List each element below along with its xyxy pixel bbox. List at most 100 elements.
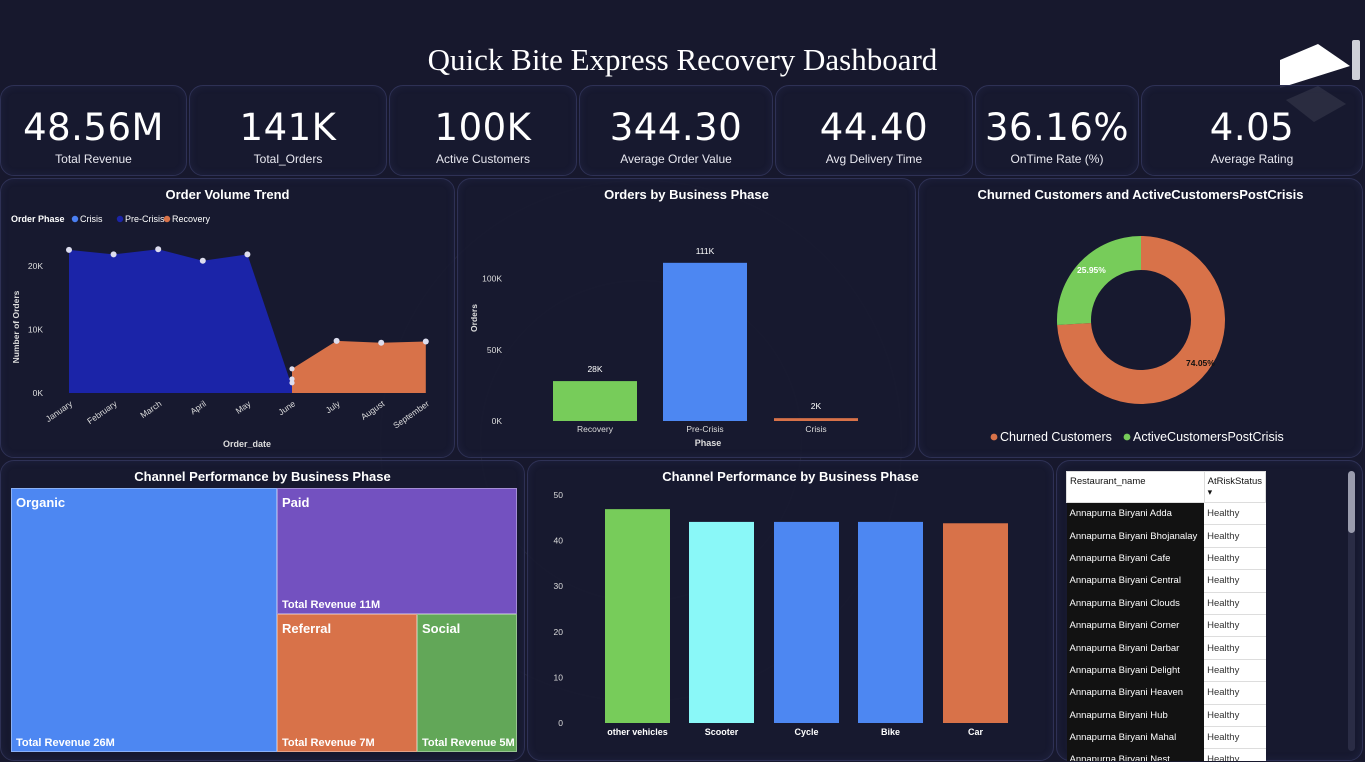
x-tick-label: June	[276, 398, 297, 417]
kpi-value: 36.16%	[984, 106, 1130, 149]
restaurant-name-cell: Annapurna Biryani Bhojanalay	[1066, 524, 1205, 548]
data-point	[422, 338, 429, 345]
restaurant-name-cell: Annapurna Biryani Clouds	[1066, 592, 1205, 615]
column-header-restaurant-name[interactable]: Restaurant_name	[1066, 471, 1205, 503]
column-header-at-risk-status[interactable]: AtRiskStatus ▾	[1203, 471, 1266, 503]
table-row[interactable]: Annapurna Biryani Cafe Healthy	[1066, 547, 1266, 571]
data-point	[155, 246, 162, 253]
x-tick-label: Car	[968, 727, 984, 737]
kpi-card[interactable]: 44.40 Avg Delivery Time	[775, 85, 973, 176]
x-tick-label: Bike	[881, 727, 900, 737]
kpi-label: Total Revenue	[55, 152, 132, 166]
at-risk-status-cell: Healthy	[1204, 592, 1266, 615]
bar-data-label: 111K	[696, 246, 715, 256]
sort-desc-icon: ▾	[1207, 487, 1213, 497]
kpi-card[interactable]: 36.16% OnTime Rate (%)	[975, 85, 1139, 176]
treemap-cell-organic[interactable]: Organic Total Revenue 26M	[11, 488, 277, 752]
x-tick-label: February	[85, 398, 119, 426]
treemap-cell-paid[interactable]: Paid Total Revenue 11M	[277, 488, 517, 614]
vehicle-chart-card[interactable]: Channel Performance by Business Phase 01…	[527, 460, 1054, 761]
churn-card[interactable]: Churned Customers and ActiveCustomersPos…	[918, 178, 1363, 458]
vehicle-bar[interactable]	[689, 521, 754, 723]
table-scrollbar[interactable]	[1348, 471, 1355, 751]
at-risk-status-cell: Healthy	[1204, 547, 1266, 571]
restaurant-table-wrapper: Restaurant_name AtRiskStatus ▾ Annapurna …	[1066, 471, 1266, 761]
kpi-value: 100K	[434, 106, 532, 149]
table-scrollbar-thumb[interactable]	[1348, 471, 1355, 533]
table-row[interactable]: Annapurna Biryani Corner Healthy	[1066, 614, 1266, 638]
table-row[interactable]: Annapurna Biryani Darbar Healthy	[1066, 636, 1266, 660]
x-axis-label: Order_date	[223, 439, 271, 449]
bar-data-label: 2K	[811, 401, 822, 411]
at-risk-status-cell: Healthy	[1204, 524, 1266, 548]
treemap-cell-value: Total Revenue 26M	[16, 737, 115, 749]
table-row[interactable]: Annapurna Biryani Delight Healthy	[1066, 659, 1266, 683]
table-row[interactable]: Annapurna Biryani Hub Healthy	[1066, 704, 1266, 727]
legend-marker	[1123, 433, 1131, 441]
bar-data-label: 28K	[587, 364, 602, 374]
y-tick-label: 0K	[492, 416, 503, 426]
y-tick-label: 50	[554, 490, 564, 500]
recovery-area	[292, 340, 426, 393]
legend-label: Pre-Crisis	[125, 214, 165, 224]
kpi-card[interactable]: 344.30 Average Order Value	[579, 85, 773, 176]
page-scrollbar[interactable]	[1352, 40, 1360, 80]
x-tick-label: Pre-Crisis	[686, 424, 723, 434]
table-row[interactable]: Annapurna Biryani Bhojanalay Healthy	[1066, 524, 1266, 548]
treemap-cell-social[interactable]: Social Total Revenue 5M	[417, 614, 517, 752]
restaurant-name-cell: Annapurna Biryani Corner	[1066, 614, 1205, 637]
y-axis-label: Number of Orders	[11, 290, 21, 363]
phase-bar[interactable]	[663, 262, 747, 421]
table-row[interactable]: Annapurna Biryani Heaven Healthy	[1066, 681, 1266, 705]
kpi-value: 4.05	[1209, 106, 1295, 149]
kpi-value: 44.40	[819, 106, 929, 149]
x-tick-label: Recovery	[577, 424, 614, 434]
order-volume-chart[interactable]: Order Phase Crisis Pre-Crisis Recovery 0K 10K…	[1, 179, 456, 459]
churn-donut-chart[interactable]: 74.05% 25.95% Churned Customers ActiveCusto…	[919, 179, 1364, 459]
phase-bar[interactable]	[553, 381, 637, 421]
donut-slice[interactable]	[1057, 236, 1141, 326]
kpi-label: Average Rating	[1210, 152, 1294, 166]
legend-marker	[163, 215, 171, 223]
table-row[interactable]: Annapurna Biryani Adda Healthy	[1066, 502, 1266, 526]
y-tick-label: 100K	[482, 274, 502, 284]
column-header-label: AtRiskStatus	[1207, 476, 1262, 487]
kpi-card[interactable]: 100K Active Customers	[389, 85, 577, 176]
at-risk-status-cell: Healthy	[1204, 726, 1266, 750]
table-row[interactable]: Annapurna Biryani Clouds Healthy	[1066, 592, 1266, 615]
treemap-cell-value: Total Revenue 5M	[422, 737, 515, 749]
restaurant-name-cell: Annapurna Biryani Cafe	[1066, 547, 1205, 570]
treemap-title: Channel Performance by Business Phase	[134, 469, 391, 484]
treemap-card[interactable]: Channel Performance by Business Phase Or…	[0, 460, 525, 761]
x-tick-label: Scooter	[705, 727, 739, 737]
treemap-cell-referral[interactable]: Referral Total Revenue 7M	[277, 614, 417, 752]
table-row[interactable]: Annapurna Biryani Nest Healthy	[1066, 748, 1266, 761]
table-row[interactable]: Annapurna Biryani Central Healthy	[1066, 569, 1266, 593]
kpi-value: 344.30	[609, 106, 743, 149]
at-risk-status-cell: Healthy	[1204, 659, 1266, 683]
data-point	[289, 366, 295, 372]
y-tick-label: 30	[554, 581, 564, 591]
restaurant-name-cell: Annapurna Biryani Delight	[1066, 659, 1205, 682]
phase-bar[interactable]	[774, 418, 858, 421]
data-point	[199, 257, 206, 264]
x-tick-label: March	[138, 398, 163, 420]
vehicle-bar[interactable]	[858, 521, 923, 723]
table-row[interactable]: Annapurna Biryani Mahal Healthy	[1066, 726, 1266, 750]
donut-data-label: 74.05%	[1186, 358, 1215, 368]
data-point	[378, 339, 385, 346]
vehicle-bar[interactable]	[774, 521, 839, 723]
order-volume-card[interactable]: Order Volume Trend Order Phase Crisis Pre-…	[0, 178, 455, 458]
at-risk-status-cell: Healthy	[1204, 636, 1266, 660]
vehicle-bar[interactable]	[943, 523, 1008, 723]
orders-by-phase-chart[interactable]: 0K 50K 100K Orders Phase 28K Recovery 111K Pre-C…	[458, 179, 917, 459]
restaurant-name-cell: Annapurna Biryani Adda	[1066, 502, 1205, 525]
vehicle-bar-chart[interactable]: 0 10 20 30 40 50 other vehicles Scooter Cycle Bik…	[528, 461, 1055, 762]
kpi-card[interactable]: 4.05 Average Rating	[1141, 85, 1363, 176]
restaurant-table-card[interactable]: Restaurant_name AtRiskStatus ▾ Annapurna …	[1056, 460, 1363, 761]
kpi-card[interactable]: 141K Total_Orders	[189, 85, 387, 176]
at-risk-status-cell: Healthy	[1204, 748, 1266, 761]
orders-by-phase-card[interactable]: Orders by Business Phase 0K 50K 100K Orders…	[457, 178, 916, 458]
vehicle-bar[interactable]	[605, 509, 670, 723]
kpi-card[interactable]: 48.56M Total Revenue	[0, 85, 187, 176]
